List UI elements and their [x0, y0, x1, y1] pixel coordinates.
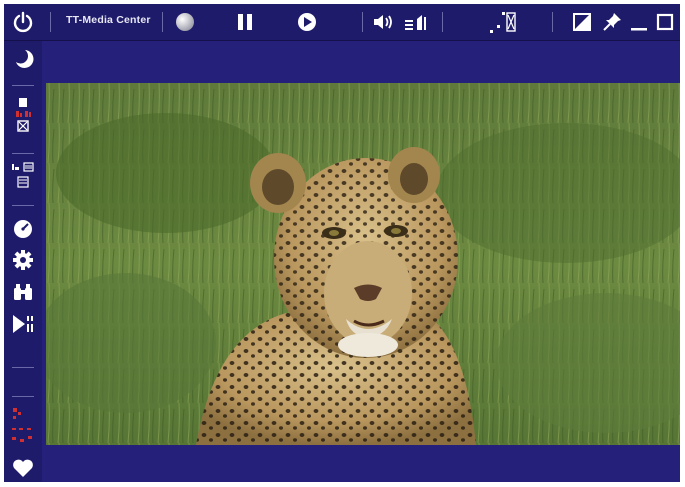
pin-button[interactable]: [600, 9, 624, 35]
video-display[interactable]: [46, 83, 680, 445]
teletext-icon: [12, 162, 34, 188]
clock-button[interactable]: [10, 216, 36, 242]
sidebar-separator: [12, 396, 34, 397]
sleep-button[interactable]: [10, 45, 36, 73]
record-button[interactable]: [172, 9, 198, 35]
top-toolbar: TT-Media Center: [4, 4, 680, 41]
maximize-icon: [656, 13, 674, 31]
clock-icon: [14, 220, 32, 238]
pin-icon: [603, 13, 621, 31]
pause-icon: [238, 14, 252, 30]
sidebar-separator: [12, 367, 34, 368]
timeshift-button[interactable]: [10, 311, 36, 337]
timeshift-icon: [13, 315, 33, 333]
settings-button[interactable]: [10, 247, 36, 273]
channel-recorder-group[interactable]: [10, 93, 36, 147]
video-frame: [42, 41, 680, 482]
leopard-video-image: [46, 83, 680, 445]
sidebar-separator: [12, 85, 34, 86]
record-icon: [176, 13, 194, 31]
search-binoculars-icon: [14, 284, 32, 300]
minimize-icon: [631, 28, 647, 31]
channel-list-icon: [16, 98, 31, 132]
play-button[interactable]: [294, 9, 320, 35]
favorites-button[interactable]: [10, 455, 36, 481]
app-title: TT-Media Center: [66, 14, 151, 26]
sidebar-separator: [12, 205, 34, 206]
play-icon: [298, 13, 316, 31]
epg-icon: [12, 408, 32, 442]
pause-button[interactable]: [232, 9, 258, 35]
toolbar-separator: [362, 12, 363, 32]
power-button[interactable]: [10, 9, 36, 35]
power-icon: [13, 11, 33, 33]
teletext-button[interactable]: [10, 159, 36, 193]
toolbar-separator: [50, 12, 51, 32]
tt-media-center-window: TT-Media Center: [4, 4, 680, 482]
bottom-status-strip: [42, 445, 680, 482]
toolbar-separator: [442, 12, 443, 32]
volume-button[interactable]: [370, 9, 396, 35]
left-sidebar: [4, 41, 42, 482]
volume-icon: [374, 15, 392, 29]
maximize-button[interactable]: [654, 9, 676, 35]
sleep-moon-icon: [16, 50, 34, 68]
aspect-ratio-button[interactable]: [570, 9, 594, 35]
minimize-button[interactable]: [628, 9, 650, 35]
search-button[interactable]: [10, 279, 36, 305]
aspect-ratio-icon: [573, 13, 591, 31]
settings-gear-icon: [13, 250, 33, 270]
sidebar-separator: [12, 153, 34, 154]
favorites-heart-icon: [13, 459, 33, 477]
fullscreen-button[interactable]: [488, 9, 518, 35]
epg-button[interactable]: [10, 403, 36, 451]
audio-settings-icon: [405, 15, 426, 30]
fullscreen-icon: [490, 12, 516, 33]
toolbar-separator: [552, 12, 553, 32]
audio-settings-button[interactable]: [402, 9, 430, 35]
toolbar-separator: [162, 12, 163, 32]
